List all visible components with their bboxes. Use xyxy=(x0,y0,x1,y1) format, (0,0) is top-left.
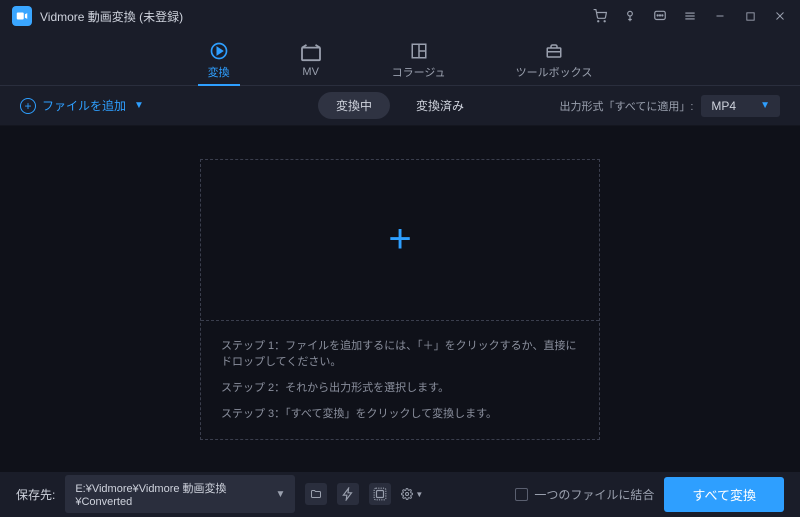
plus-circle-icon: + xyxy=(20,98,36,114)
drop-zone-top: + xyxy=(201,160,599,320)
open-folder-button[interactable] xyxy=(305,483,327,505)
add-file-button[interactable]: + ファイルを追加 ▼ xyxy=(20,97,144,114)
menu-icon[interactable] xyxy=(682,8,698,24)
tab-toolbox[interactable]: ツールボックス xyxy=(506,32,603,85)
app-logo xyxy=(12,6,32,26)
main-nav: 変換 MV コラージュ ツールボックス xyxy=(0,32,800,86)
drop-steps: ステップ 1：ファイルを追加するには、「＋」をクリックするか、直接にドロップして… xyxy=(201,320,599,439)
convert-all-button[interactable]: すべて変換 xyxy=(664,477,784,512)
add-plus-button[interactable]: + xyxy=(388,217,411,262)
merge-files-checkbox[interactable]: 一つのファイルに結合 xyxy=(515,486,654,503)
tab-convert[interactable]: 変換 xyxy=(198,32,240,85)
save-to-label: 保存先: xyxy=(16,486,55,503)
add-file-label: ファイルを追加 xyxy=(42,97,126,114)
settings-button[interactable]: ▼ xyxy=(401,483,423,505)
output-format-select[interactable]: MP4 ▼ xyxy=(701,95,780,117)
chevron-down-icon: ▼ xyxy=(760,100,770,111)
bottom-bar: 保存先: E:¥Vidmore¥Vidmore 動画変換¥Converted ▼… xyxy=(0,472,800,516)
tab-mv-label: MV xyxy=(302,66,319,78)
tab-collage[interactable]: コラージュ xyxy=(382,32,456,85)
close-icon[interactable] xyxy=(772,8,788,24)
main-drop-area: + ステップ 1：ファイルを追加するには、「＋」をクリックするか、直接にドロップ… xyxy=(0,126,800,472)
tab-converted[interactable]: 変換済み xyxy=(398,92,482,119)
window-controls xyxy=(592,8,788,24)
minimize-icon[interactable] xyxy=(712,8,728,24)
conversion-status-tabs: 変換中 変換済み xyxy=(318,92,482,119)
high-speed-button[interactable] xyxy=(369,483,391,505)
tab-toolbox-label: ツールボックス xyxy=(516,64,593,80)
save-path-value: E:¥Vidmore¥Vidmore 動画変換¥Converted xyxy=(75,480,275,508)
feedback-icon[interactable] xyxy=(652,8,668,24)
collage-icon xyxy=(408,42,430,60)
key-icon[interactable] xyxy=(622,8,638,24)
chevron-down-icon: ▼ xyxy=(134,100,144,111)
titlebar: Vidmore 動画変換 (未登録) xyxy=(0,0,800,32)
mv-icon xyxy=(300,44,322,62)
tab-mv[interactable]: MV xyxy=(290,32,332,85)
checkbox-box xyxy=(515,488,528,501)
drop-zone[interactable]: + ステップ 1：ファイルを追加するには、「＋」をクリックするか、直接にドロップ… xyxy=(200,159,600,440)
output-format-label: 出力形式「すべてに適用」: xyxy=(560,98,694,114)
maximize-icon[interactable] xyxy=(742,8,758,24)
toolbox-icon xyxy=(543,42,565,60)
merge-label: 一つのファイルに結合 xyxy=(534,486,654,503)
step-2: ステップ 2：それから出力形式を選択します。 xyxy=(221,379,579,395)
tab-converting[interactable]: 変換中 xyxy=(318,92,390,119)
app-title: Vidmore 動画変換 (未登録) xyxy=(40,8,183,25)
chevron-down-icon: ▼ xyxy=(415,490,423,499)
output-format-value: MP4 xyxy=(711,99,736,113)
step-3: ステップ 3：「すべて変換」をクリックして変換します。 xyxy=(221,405,579,421)
convert-icon xyxy=(208,42,230,60)
sub-toolbar: + ファイルを追加 ▼ 変換中 変換済み 出力形式「すべてに適用」: MP4 ▼ xyxy=(0,86,800,126)
chevron-down-icon: ▼ xyxy=(275,489,285,500)
tab-convert-label: 変換 xyxy=(208,64,230,80)
save-path-select[interactable]: E:¥Vidmore¥Vidmore 動画変換¥Converted ▼ xyxy=(65,475,295,513)
step-1: ステップ 1：ファイルを追加するには、「＋」をクリックするか、直接にドロップして… xyxy=(221,337,579,369)
hardware-accel-button[interactable] xyxy=(337,483,359,505)
tab-collage-label: コラージュ xyxy=(392,64,446,80)
cart-icon[interactable] xyxy=(592,8,608,24)
